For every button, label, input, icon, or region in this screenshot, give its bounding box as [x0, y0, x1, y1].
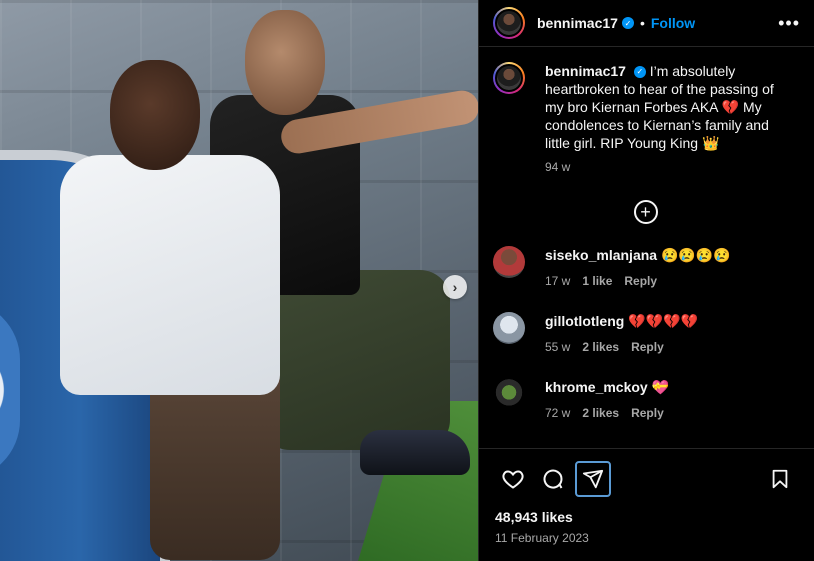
like-button[interactable]	[495, 461, 531, 497]
reply-button[interactable]: Reply	[631, 404, 664, 422]
caption-avatar[interactable]	[493, 62, 525, 94]
load-more-comments-button[interactable]: +	[633, 200, 658, 224]
comment-likes[interactable]: 2 likes	[582, 338, 619, 356]
comment-item: gillotlotleng 💔💔💔💔 55 w 2 likes Reply	[493, 312, 798, 356]
comment-username[interactable]: gillotlotleng	[545, 313, 624, 329]
comment-time[interactable]: 17 w	[545, 272, 570, 290]
post-date[interactable]: 11 February 2023	[495, 531, 798, 545]
save-button[interactable]	[762, 461, 798, 497]
comment-likes[interactable]: 1 like	[582, 272, 612, 290]
next-image-button[interactable]: ›	[443, 275, 467, 299]
comment-icon	[543, 469, 563, 489]
post-photo: ›	[0, 0, 478, 561]
post-panel: bennimac17 ✓ • Follow ••• bennimac17 ✓ I…	[478, 0, 814, 561]
bookmark-icon	[772, 469, 788, 489]
comment-text: 💔💔💔💔	[628, 313, 698, 329]
heart-icon	[502, 470, 524, 489]
caption: bennimac17 ✓ I’m absolutely heartbroken …	[493, 62, 798, 176]
comment-text: 💝	[651, 379, 670, 395]
comment-avatar[interactable]	[493, 312, 525, 344]
reply-button[interactable]: Reply	[631, 338, 664, 356]
comments-scroll[interactable]: bennimac17 ✓ I’m absolutely heartbroken …	[479, 48, 814, 448]
avatar[interactable]	[493, 7, 525, 39]
header-username[interactable]: bennimac17	[537, 15, 618, 31]
share-button[interactable]	[575, 461, 611, 497]
comment-likes[interactable]: 2 likes	[582, 404, 619, 422]
comment-avatar[interactable]	[493, 246, 525, 278]
post-header: bennimac17 ✓ • Follow •••	[479, 0, 814, 47]
comment-username[interactable]: khrome_mckoy	[545, 379, 648, 395]
comment-time[interactable]: 55 w	[545, 338, 570, 356]
verified-badge-icon: ✓	[621, 17, 634, 29]
verified-badge-icon: ✓	[633, 66, 646, 79]
follow-button[interactable]: Follow	[651, 15, 695, 31]
comment-time[interactable]: 72 w	[545, 404, 570, 422]
more-options-button[interactable]: •••	[778, 13, 800, 34]
post-actions: 48,943 likes 11 February 2023	[479, 448, 814, 545]
comment-button[interactable]	[535, 461, 571, 497]
comment-avatar[interactable]	[493, 378, 525, 410]
person-white-shirt	[60, 60, 300, 560]
reply-button[interactable]: Reply	[624, 272, 657, 290]
separator-dot: •	[639, 15, 645, 31]
likes-count[interactable]: 48,943 likes	[495, 509, 798, 525]
comment-item: siseko_mlanjana 😢😢😢😢 17 w 1 like Reply	[493, 246, 798, 290]
share-icon	[582, 469, 604, 489]
comment-username[interactable]: siseko_mlanjana	[545, 247, 657, 263]
caption-time[interactable]: 94 w	[545, 158, 785, 176]
comment-text: 😢😢😢😢	[660, 247, 731, 263]
caption-username[interactable]: bennimac17	[545, 63, 626, 79]
comment-item: khrome_mckoy 💝 72 w 2 likes Reply	[493, 378, 798, 422]
